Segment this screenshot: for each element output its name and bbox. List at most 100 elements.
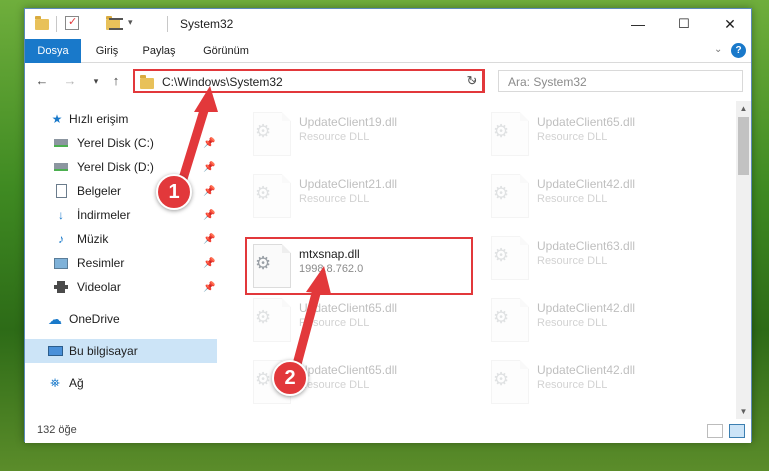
search-placeholder: Ara: System32: [508, 75, 587, 89]
up-arrow-icon[interactable]: ↑: [107, 72, 125, 90]
large-icons-view-icon[interactable]: [729, 424, 745, 438]
scroll-down-icon[interactable]: ▼: [736, 404, 751, 419]
file-name: UpdateClient42.dll: [537, 363, 636, 377]
gear-icon: ⚙: [493, 369, 510, 389]
file-type: Resource DLL: [537, 193, 608, 205]
pin-icon[interactable]: 📌: [203, 186, 215, 197]
file-item[interactable]: ⚙ UpdateClient65.dll Resource DLL: [247, 293, 475, 351]
sidebar-item-label: Yerel Disk (D:): [77, 160, 154, 174]
sidebar-item-quick-access[interactable]: ★ Hızlı erişim: [25, 107, 217, 131]
tab-view[interactable]: Görünüm: [197, 39, 255, 63]
file-item[interactable]: ⚙ UpdateClient42.dll Resource DLL: [485, 169, 713, 227]
pin-icon[interactable]: 📌: [203, 138, 215, 149]
gear-icon: ⚙: [255, 121, 272, 141]
refresh-button[interactable]: ↻: [461, 69, 485, 93]
help-button[interactable]: ?: [731, 43, 746, 58]
file-type: Resource DLL: [299, 193, 370, 205]
file-type: Resource DLL: [299, 131, 370, 143]
gear-icon: ⚙: [493, 121, 510, 141]
computer-icon: [47, 344, 63, 358]
pin-icon[interactable]: 📌: [203, 162, 215, 173]
gear-icon: ⚙: [255, 369, 272, 389]
drive-icon: [53, 136, 69, 150]
gear-icon: ⚙: [493, 307, 510, 327]
file-name: mtxsnap.dll: [299, 247, 360, 261]
sidebar-item-this-pc[interactable]: Bu bilgisayar: [25, 339, 217, 363]
file-name: UpdateClient65.dll: [537, 115, 636, 129]
details-view-icon[interactable]: [707, 424, 723, 438]
sidebar-item-label: Videolar: [77, 280, 121, 294]
tab-share[interactable]: Paylaş: [137, 39, 181, 63]
scroll-up-icon[interactable]: ▲: [736, 101, 751, 116]
chevron-down-icon[interactable]: ⌄: [714, 44, 722, 55]
navigation-pane: ★ Hızlı erişim Yerel Disk (C:) 📌 Yerel D…: [25, 101, 217, 419]
video-icon: [53, 280, 69, 294]
file-item[interactable]: ⚙ UpdateClient42.dll Resource DLL: [485, 355, 713, 413]
file-name: UpdateClient19.dll: [299, 115, 398, 129]
item-count: 132 öğe: [37, 424, 77, 436]
file-item[interactable]: ⚙ UpdateClient42.dll Resource DLL: [485, 293, 713, 351]
star-icon: ★: [51, 112, 63, 126]
file-item[interactable]: ⚙ UpdateClient65.dll Resource DLL: [485, 107, 713, 165]
forward-arrow-icon[interactable]: →: [61, 72, 79, 90]
file-item[interactable]: ⚙ UpdateClient21.dll Resource DLL: [247, 169, 475, 227]
chevron-down-icon[interactable]: ▾: [128, 17, 133, 33]
recent-locations-chevron-icon[interactable]: ▾: [87, 72, 105, 90]
sidebar-item-pictures[interactable]: Resimler 📌: [25, 251, 217, 275]
gear-icon: ⚙: [255, 307, 272, 327]
file-item-mtxsnap[interactable]: ⚙ mtxsnap.dll 1998.8.762.0: [245, 237, 473, 295]
maximize-button[interactable]: ☐: [661, 9, 707, 39]
file-name: UpdateClient63.dll: [537, 239, 636, 253]
sidebar-item-label: İndirmeler: [77, 208, 131, 222]
sidebar-item-label: Belgeler: [77, 184, 122, 198]
sidebar-item-local-disk-c[interactable]: Yerel Disk (C:) 📌: [25, 131, 217, 155]
gear-icon: ⚙: [493, 183, 510, 203]
sidebar-item-downloads[interactable]: ↓ İndirmeler 📌: [25, 203, 217, 227]
search-input[interactable]: Ara: System32: [498, 70, 743, 92]
tab-file[interactable]: Dosya: [25, 39, 81, 63]
file-type: Resource DLL: [537, 131, 608, 143]
vertical-scrollbar[interactable]: ▲ ▼: [736, 101, 751, 419]
scroll-thumb[interactable]: [738, 117, 749, 175]
file-name: UpdateClient65.dll: [299, 363, 398, 377]
customize-quick-access-icon[interactable]: [109, 18, 123, 30]
sidebar-item-network[interactable]: ⛯ Ağ: [25, 371, 217, 395]
divider: [167, 16, 168, 32]
sidebar-item-videos[interactable]: Videolar 📌: [25, 275, 217, 299]
sidebar-item-onedrive[interactable]: ☁ OneDrive: [25, 307, 217, 331]
address-bar[interactable]: C:\Windows\System32 ⌄: [133, 69, 484, 93]
pin-icon[interactable]: 📌: [203, 210, 215, 221]
gear-icon: ⚙: [255, 253, 272, 273]
address-path[interactable]: C:\Windows\System32: [162, 75, 283, 89]
file-type: Resource DLL: [537, 255, 608, 267]
properties-icon[interactable]: ✓: [65, 16, 79, 30]
music-icon: ♪: [58, 232, 64, 246]
file-name: UpdateClient42.dll: [537, 301, 636, 315]
sidebar-item-local-disk-d[interactable]: Yerel Disk (D:) 📌: [25, 155, 217, 179]
file-item[interactable]: ⚙ UpdateClient19.dll Resource DLL: [247, 107, 475, 165]
close-button[interactable]: ✕: [707, 9, 753, 39]
pin-icon[interactable]: 📌: [203, 234, 215, 245]
title-bar: ✓ ▾ System32 — ☐ ✕: [25, 9, 751, 39]
file-version: 1998.8.762.0: [299, 263, 364, 275]
sidebar-item-music[interactable]: ♪ Müzik 📌: [25, 227, 217, 251]
pin-icon[interactable]: 📌: [203, 282, 215, 293]
sidebar-item-label: Bu bilgisayar: [69, 344, 138, 358]
cloud-icon: ☁: [48, 310, 62, 327]
file-type: Resource DLL: [537, 317, 608, 329]
ribbon-tabs: Dosya Giriş Paylaş Görünüm ⌄ ?: [25, 39, 751, 63]
file-name: UpdateClient42.dll: [537, 177, 636, 191]
minimize-button[interactable]: —: [615, 9, 661, 39]
file-type: Resource DLL: [537, 379, 608, 391]
file-type: Resource DLL: [299, 317, 370, 329]
file-explorer-window: ✓ ▾ System32 — ☐ ✕ Dosya Giriş Paylaş Gö…: [24, 8, 752, 443]
file-item[interactable]: ⚙ UpdateClient63.dll Resource DLL: [485, 231, 713, 289]
gear-icon: ⚙: [493, 245, 510, 265]
sidebar-item-label: Resimler: [77, 256, 125, 270]
tab-home[interactable]: Giriş: [89, 39, 125, 63]
back-arrow-icon[interactable]: ←: [33, 72, 51, 90]
window-title: System32: [180, 17, 234, 31]
pin-icon[interactable]: 📌: [203, 258, 215, 269]
sidebar-item-label: Yerel Disk (C:): [77, 136, 154, 150]
document-icon: [53, 184, 69, 198]
